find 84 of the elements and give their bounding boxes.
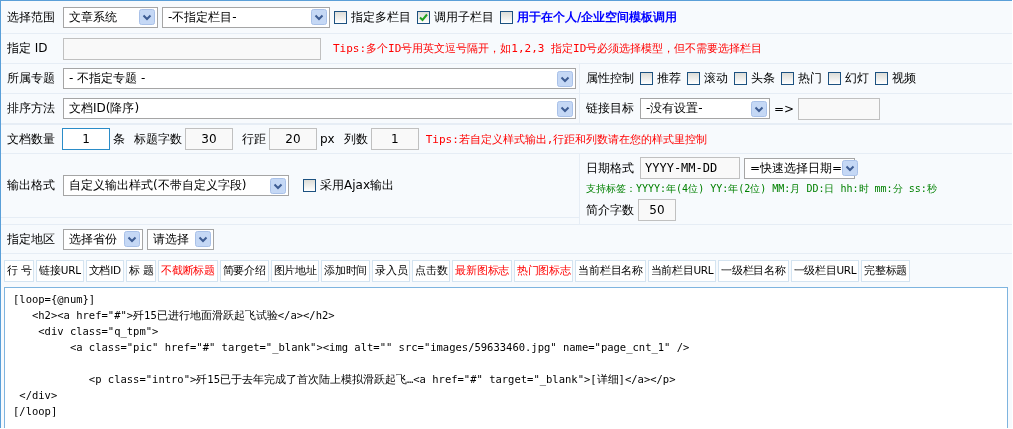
checkbox[interactable] — [303, 179, 316, 192]
checkbox[interactable] — [781, 72, 794, 85]
tag-button[interactable]: 最新图标志 — [452, 260, 512, 282]
tag-button[interactable]: 图片地址 — [270, 260, 320, 282]
caret-icon — [557, 70, 573, 87]
field-label: 标题字数 — [134, 130, 182, 148]
caret-icon — [751, 100, 767, 117]
caret-icon — [124, 231, 140, 247]
tag-button[interactable]: 点击数 — [412, 260, 451, 282]
select-dropdown[interactable]: -没有设置- — [640, 98, 770, 119]
checkbox-label: 视频 — [892, 70, 916, 87]
unit-text: px — [320, 132, 335, 146]
checkbox-label: 推荐 — [657, 70, 681, 87]
caret-icon — [139, 9, 155, 25]
number-field[interactable]: 20 — [269, 128, 317, 150]
select-dropdown[interactable]: 文档ID(降序) — [63, 98, 576, 119]
tag-button[interactable]: 标 题 — [125, 260, 157, 282]
tag-button[interactable]: 完整标题 — [861, 260, 911, 282]
checkbox-label: 滚动 — [704, 70, 728, 87]
arrow-text: => — [774, 101, 795, 116]
select-dropdown[interactable]: 自定义输出样式(不带自定义字段) — [63, 175, 289, 196]
checkbox-label: 调用子栏目 — [434, 8, 494, 26]
field-label: 列数 — [343, 130, 368, 148]
tag-button[interactable]: 行 号 — [4, 260, 35, 282]
caret-icon — [842, 160, 859, 176]
tag-button[interactable]: 文档ID — [85, 260, 124, 282]
field-label: 指定地区 — [7, 230, 56, 248]
select-dropdown[interactable]: =快速选择日期= — [744, 157, 855, 179]
caret-icon — [195, 231, 211, 247]
checkbox[interactable] — [500, 10, 513, 24]
caret-icon — [557, 100, 573, 117]
checkbox-label: 用于在个人/企业空间模板调用 — [517, 8, 678, 26]
field-label: 属性控制 — [586, 70, 634, 87]
select-dropdown[interactable]: -不指定栏目- — [162, 6, 330, 28]
checkbox[interactable] — [334, 10, 347, 24]
select-dropdown[interactable]: 文章系统 — [63, 6, 158, 28]
field-label: 输出格式 — [7, 177, 56, 194]
number-field[interactable]: 1 — [370, 128, 419, 150]
checkbox[interactable] — [828, 72, 841, 85]
checkbox[interactable] — [640, 72, 653, 85]
checkbox-label: 头条 — [751, 70, 775, 87]
tag-button[interactable]: 添加时间 — [321, 260, 371, 282]
number-field[interactable]: 1 — [62, 128, 110, 150]
tip-text: Tips:多个ID号用英文逗号隔开，如1,2,3 指定ID号必须选择模型，但不需要选择栏目 — [333, 41, 763, 56]
checkbox-label: 指定多栏目 — [351, 8, 411, 26]
field-label: 简介字数 — [586, 201, 634, 219]
field-label: 日期格式 — [586, 159, 634, 177]
date-format-field[interactable]: YYYY-MM-DD — [640, 157, 740, 179]
checkbox-label: 采用Ajax输出 — [320, 177, 394, 194]
checkbox[interactable] — [734, 72, 747, 85]
unit-text: 条 — [113, 130, 125, 148]
summary-length-field[interactable]: 50 — [638, 199, 676, 221]
checkbox-label: 幻灯 — [845, 70, 869, 87]
select-dropdown[interactable]: - 不指定专题 - — [63, 68, 576, 89]
field-label: 选择范围 — [7, 8, 56, 26]
field-label: 链接目标 — [586, 100, 634, 117]
checkbox[interactable] — [417, 10, 430, 24]
field-label: 指定 ID — [7, 40, 49, 57]
field-label: 文档数量 — [7, 130, 56, 148]
tag-button[interactable]: 一级栏目名称 — [718, 260, 789, 282]
tag-button[interactable]: 一级栏目URL — [790, 260, 860, 282]
tag-button[interactable]: 链接URL — [36, 260, 84, 282]
caret-icon — [270, 177, 286, 194]
select-dropdown[interactable]: 选择省份 — [63, 228, 143, 250]
link-target-field[interactable] — [798, 97, 881, 120]
tag-button[interactable]: 热门图标志 — [513, 260, 574, 282]
checkbox[interactable] — [687, 72, 700, 85]
tag-button[interactable]: 简要介绍 — [219, 260, 269, 282]
tip-text: Tips:若自定义样式输出,行距和列数请在您的样式里控制 — [425, 131, 708, 147]
caret-icon — [311, 9, 327, 25]
tag-button[interactable]: 录入员 — [372, 260, 411, 282]
template-code-field[interactable]: [loop={@num}] <h2><a href="#">歼15已进行地面滑跃起飞试验</a></h2> <div class="q_tpm"> <a class="pic" href="#" target="_blank"><img alt="" src="images/59633460.jpg" name="page_cnt_1" /> <p class="intro">歼15已于去年完成了首次陆上模拟滑跃起飞…<a href="#" target="_blank">[详细]</a></p> </div> [/loop] — [4, 287, 1008, 428]
hint-text: 支持标签：YYYY:年(4位) YY:年(2位) MM:月 DD:日 hh:时 mm:分 ss:秒 — [586, 182, 938, 196]
select-dropdown[interactable]: 请选择 — [147, 228, 214, 250]
tag-button[interactable]: 当前栏目URL — [647, 260, 717, 282]
number-field[interactable]: 30 — [185, 128, 233, 150]
field-label: 所属专题 — [7, 70, 56, 87]
tag-button[interactable]: 不截断标题 — [158, 260, 218, 282]
field-label: 行距 — [242, 130, 266, 148]
tag-button[interactable]: 当前栏目名称 — [575, 260, 646, 282]
checkbox[interactable] — [875, 72, 888, 85]
checkbox-label: 热门 — [798, 70, 822, 87]
field-label: 排序方法 — [7, 100, 56, 117]
id-field[interactable] — [63, 37, 321, 60]
